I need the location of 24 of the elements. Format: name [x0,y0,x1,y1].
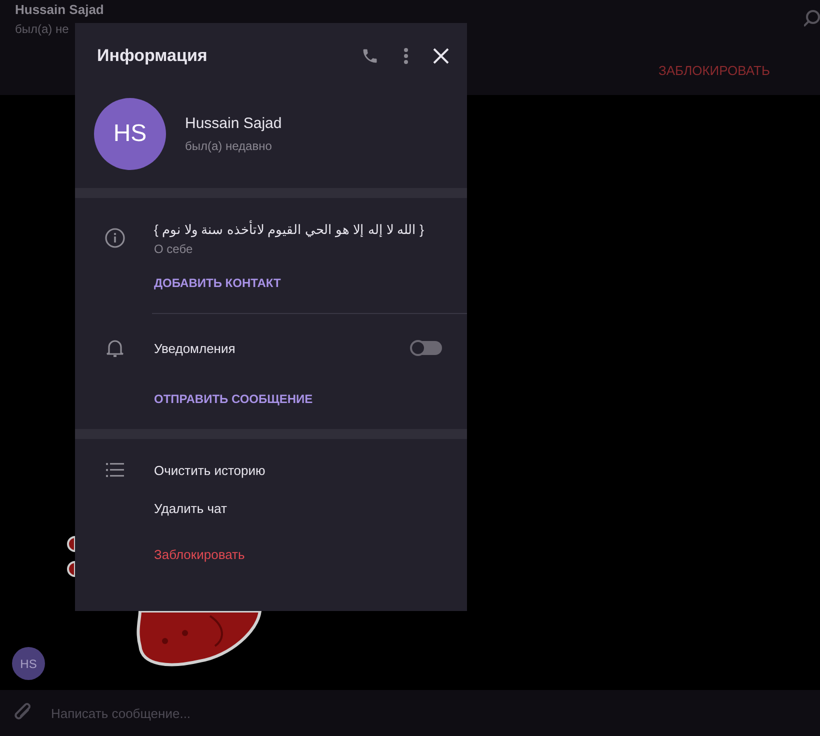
about-caption: О себе [154,242,194,256]
search-icon[interactable] [804,10,820,28]
more-icon[interactable] [404,46,408,64]
phone-icon[interactable] [361,46,379,64]
info-icon [104,228,124,248]
menu-action[interactable]: Удалить чат [154,501,227,516]
chat-title: Hussain Sajad [15,2,104,17]
send-message-link[interactable]: ОТПРАВИТЬ СООБЩЕНИЕ [154,392,313,406]
add-contact-link[interactable]: ДОБАВИТЬ КОНТАКТ [154,276,281,290]
notifications-label: Уведомления [154,340,236,356]
chat-status: был(а) не [15,22,70,36]
profile-avatar: HS [94,98,166,170]
notifications-toggle[interactable] [412,341,442,355]
about-text: { الله لا إله إلا هو الحي القيوم لاتأخذه سنة ولا نوم } [154,222,424,237]
close-icon[interactable] [433,48,449,64]
list-icon [106,463,124,477]
dialog-title: Информация [97,46,208,66]
menu-action[interactable]: Очистить историю [154,463,266,478]
sender-avatar[interactable]: HS [12,647,45,680]
profile-status: был(а) недавно [185,139,273,153]
bell-icon [106,338,124,358]
profile-name: Hussain Sajad [185,115,282,132]
block-action[interactable]: Заблокировать [154,547,245,562]
message-input[interactable]: Написать сообщение... [49,704,453,722]
